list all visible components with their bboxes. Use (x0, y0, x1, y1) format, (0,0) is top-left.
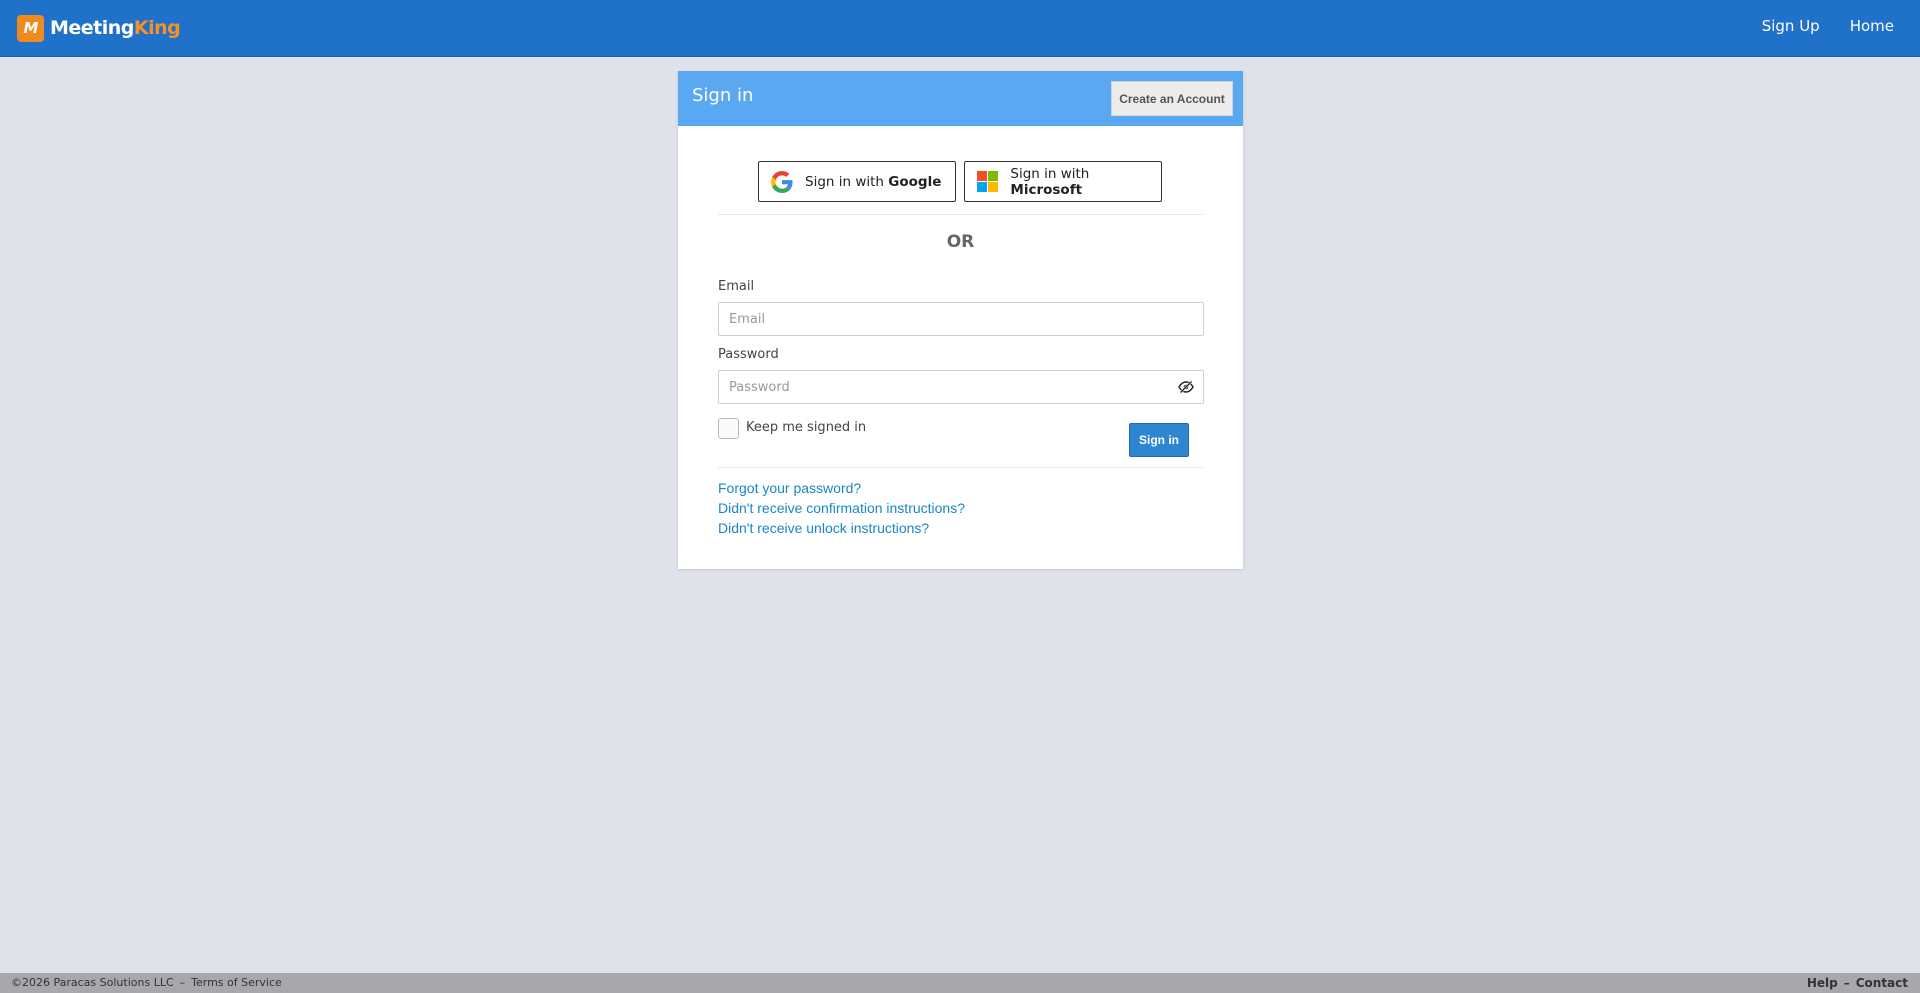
divider (718, 467, 1203, 468)
eye-slash-icon[interactable] (1178, 380, 1194, 394)
nav-home-link[interactable]: Home (1850, 17, 1894, 35)
nav-links: Sign Up Home (1762, 17, 1894, 35)
logo-text-meeting: Meeting (50, 17, 134, 39)
terms-of-service-link[interactable]: Terms of Service (191, 976, 282, 989)
footer-right: Help – Contact (1807, 976, 1908, 990)
keep-signed-in-label[interactable]: Keep me signed in (746, 420, 866, 435)
microsoft-label-prefix: Sign in with (1010, 165, 1090, 182)
email-label: Email (718, 279, 755, 294)
google-icon (771, 170, 793, 193)
contact-link[interactable]: Contact (1856, 976, 1908, 990)
sign-in-card: Sign in Create an Account Sign in with G… (678, 71, 1243, 569)
or-separator: OR (946, 232, 975, 252)
top-navbar: M MeetingKing Sign Up Home (0, 0, 1920, 57)
copyright-text: ©2026 Paracas Solutions LLC (11, 976, 174, 989)
microsoft-sign-in-button[interactable]: Sign in with Microsoft (964, 161, 1162, 202)
footer: ©2026 Paracas Solutions LLC – Terms of S… (0, 973, 1920, 993)
help-links: Forgot your password? Didn't receive con… (718, 480, 965, 536)
sso-buttons: Sign in with Google Sign in with Microso… (758, 161, 1163, 202)
footer-separator: – (1843, 976, 1850, 990)
microsoft-icon (977, 171, 999, 193)
forgot-password-link[interactable]: Forgot your password? (718, 480, 965, 496)
confirmation-instructions-link[interactable]: Didn't receive confirmation instructions… (718, 500, 965, 516)
email-field[interactable] (718, 302, 1204, 336)
card-header: Sign in Create an Account (678, 71, 1243, 126)
microsoft-button-label: Sign in with Microsoft (1010, 166, 1161, 198)
google-sign-in-button[interactable]: Sign in with Google (758, 161, 956, 202)
sign-in-button[interactable]: Sign in (1129, 423, 1189, 457)
keep-signed-in-checkbox[interactable] (718, 418, 739, 439)
meetingking-logo[interactable]: M MeetingKing (17, 14, 181, 42)
microsoft-label-brand: Microsoft (1010, 181, 1083, 198)
password-label: Password (718, 347, 779, 362)
google-label-brand: Google (888, 173, 942, 190)
footer-separator: – (179, 976, 186, 989)
logo-wordmark: MeetingKing (50, 17, 181, 39)
divider (718, 214, 1203, 215)
card-title: Sign in (692, 85, 754, 106)
nav-sign-up-link[interactable]: Sign Up (1762, 17, 1820, 35)
logo-mark-icon: M (17, 14, 44, 42)
google-label-prefix: Sign in with (805, 173, 889, 190)
help-link[interactable]: Help (1807, 976, 1838, 990)
password-field[interactable] (718, 370, 1204, 404)
logo-text-king: King (133, 17, 181, 39)
footer-left: ©2026 Paracas Solutions LLC – Terms of S… (11, 976, 282, 989)
create-account-button[interactable]: Create an Account (1111, 81, 1233, 116)
unlock-instructions-link[interactable]: Didn't receive unlock instructions? (718, 520, 965, 536)
google-button-label: Sign in with Google (805, 174, 941, 190)
